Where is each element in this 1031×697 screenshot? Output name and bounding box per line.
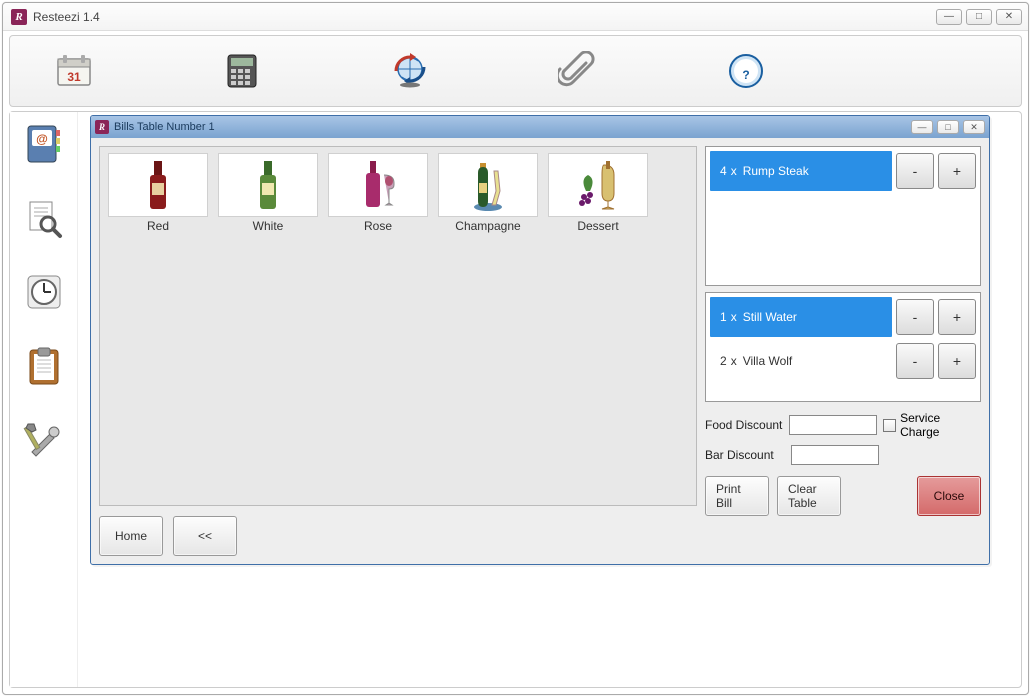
rose-wine-icon [328, 153, 428, 217]
increase-button[interactable]: + [938, 343, 976, 379]
times-glyph: x [731, 354, 737, 368]
red-wine-icon [108, 153, 208, 217]
decrease-button[interactable]: - [896, 299, 934, 335]
order-qty: 1 [720, 310, 727, 324]
times-glyph: x [731, 310, 737, 324]
product-label: Champagne [436, 219, 540, 233]
product-label: Dessert [546, 219, 650, 233]
champagne-icon [438, 153, 538, 217]
order-info: 2 x Villa Wolf [710, 341, 892, 381]
order-row[interactable]: 2 x Villa Wolf - + [710, 341, 976, 381]
bar-discount-label: Bar Discount [705, 448, 785, 462]
product-champagne[interactable]: Champagne [436, 153, 540, 233]
svg-text:@: @ [36, 132, 48, 146]
order-name: Still Water [743, 310, 797, 324]
svg-text:31: 31 [67, 70, 81, 84]
service-charge-checkbox[interactable]: Service Charge [883, 411, 981, 439]
order-qty: 4 [720, 164, 727, 178]
increase-button[interactable]: + [938, 153, 976, 189]
child-app-icon: R [95, 120, 109, 134]
app-icon: R [11, 9, 27, 25]
bar-discount-input[interactable] [791, 445, 879, 465]
search-document-icon[interactable] [22, 196, 66, 240]
child-minimize-button[interactable]: — [911, 120, 933, 134]
minimize-button[interactable]: — [936, 9, 962, 25]
order-info: 4 x Rump Steak [710, 151, 892, 191]
calendar-icon[interactable]: 31 [50, 49, 98, 93]
order-name: Villa Wolf [743, 354, 793, 368]
decrease-button[interactable]: - [896, 343, 934, 379]
app-window: R Resteezi 1.4 — □ ✕ 31 ? @ [2, 2, 1029, 695]
bar-discount-row: Bar Discount [705, 445, 981, 465]
child-window-controls: — □ ✕ [911, 120, 985, 134]
tools-icon[interactable] [22, 418, 66, 462]
food-order-list: 4 x Rump Steak - + [705, 146, 981, 286]
bills-window: R Bills Table Number 1 — □ ✕ Red [90, 115, 990, 565]
maximize-button[interactable]: □ [966, 9, 992, 25]
child-titlebar: R Bills Table Number 1 — □ ✕ [91, 116, 989, 138]
food-discount-row: Food Discount Service Charge [705, 411, 981, 439]
product-label: White [216, 219, 320, 233]
child-maximize-button[interactable]: □ [937, 120, 959, 134]
drink-order-list: 1 x Still Water - + 2 x [705, 292, 981, 402]
order-name: Rump Steak [743, 164, 809, 178]
increase-button[interactable]: + [938, 299, 976, 335]
titlebar: R Resteezi 1.4 — □ ✕ [3, 3, 1028, 31]
times-glyph: x [731, 164, 737, 178]
left-column: Red White Rose [99, 146, 697, 556]
home-button[interactable]: Home [99, 516, 163, 556]
svg-text:?: ? [742, 68, 749, 82]
product-grid: Red White Rose [99, 146, 697, 506]
close-button[interactable]: Close [917, 476, 981, 516]
top-toolbar: 31 ? [9, 35, 1022, 107]
clock-icon[interactable] [22, 270, 66, 314]
globe-sync-icon[interactable] [386, 49, 434, 93]
app-title: Resteezi 1.4 [33, 10, 936, 24]
nav-row: Home << [99, 516, 697, 556]
service-charge-label: Service Charge [900, 411, 981, 439]
child-body: Red White Rose [91, 138, 989, 564]
order-row[interactable]: 1 x Still Water - + [710, 297, 976, 337]
order-qty: 2 [720, 354, 727, 368]
food-discount-input[interactable] [789, 415, 877, 435]
right-column: 4 x Rump Steak - + 1 [705, 146, 981, 556]
checkbox-box [883, 419, 896, 432]
child-close-button[interactable]: ✕ [963, 120, 985, 134]
product-dessert[interactable]: Dessert [546, 153, 650, 233]
help-icon[interactable]: ? [722, 49, 770, 93]
paperclip-icon[interactable] [554, 49, 602, 93]
product-label: Rose [326, 219, 430, 233]
white-wine-icon [218, 153, 318, 217]
window-controls: — □ ✕ [936, 9, 1022, 25]
product-rose[interactable]: Rose [326, 153, 430, 233]
decrease-button[interactable]: - [896, 153, 934, 189]
print-bill-button[interactable]: Print Bill [705, 476, 769, 516]
address-book-icon[interactable]: @ [22, 122, 66, 166]
product-white[interactable]: White [216, 153, 320, 233]
main-area: @ R Bills Table Number 1 — [9, 111, 1022, 688]
order-row[interactable]: 4 x Rump Steak - + [710, 151, 976, 191]
dessert-wine-icon [548, 153, 648, 217]
back-button[interactable]: << [173, 516, 237, 556]
product-label: Red [106, 219, 210, 233]
clear-table-button[interactable]: Clear Table [777, 476, 841, 516]
child-title: Bills Table Number 1 [114, 121, 911, 133]
food-discount-label: Food Discount [705, 418, 783, 432]
order-info: 1 x Still Water [710, 297, 892, 337]
clipboard-icon[interactable] [22, 344, 66, 388]
spacer [849, 476, 909, 516]
product-red[interactable]: Red [106, 153, 210, 233]
action-row: Print Bill Clear Table Close [705, 476, 981, 516]
inner-area: R Bills Table Number 1 — □ ✕ Red [78, 112, 1021, 687]
sidebar: @ [10, 112, 78, 687]
close-window-button[interactable]: ✕ [996, 9, 1022, 25]
calculator-icon[interactable] [218, 49, 266, 93]
